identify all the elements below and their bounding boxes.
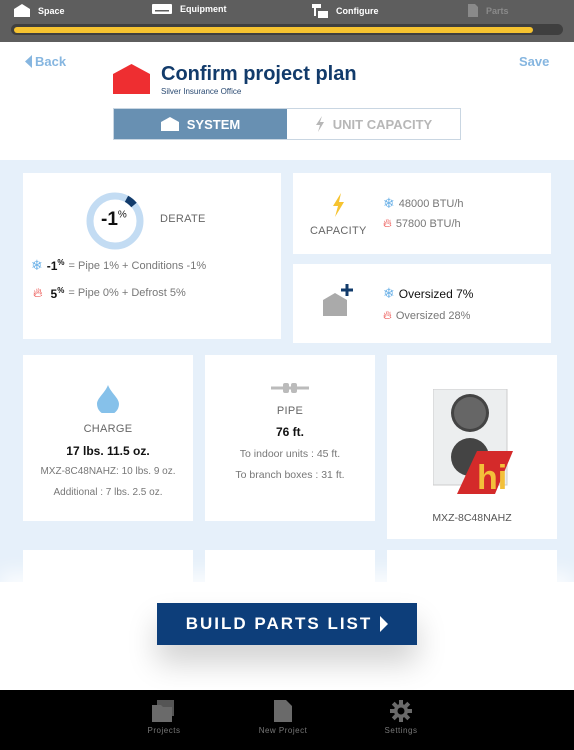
step-label: Configure [336,6,379,16]
derate-cooling: ❄ -1% = Pipe 1% + Conditions -1% [31,257,206,274]
flame-icon: 🔥︎ [383,308,392,322]
tab-unit-capacity[interactable]: UNIT CAPACITY [287,109,460,139]
indoor-unit-icon [152,4,172,14]
save-button[interactable]: Save [519,54,549,69]
house-icon [160,117,179,131]
capacity-heating: 🔥︎ 57800 BTU/h [383,216,461,231]
pipe-total: 76 ft. [275,425,304,439]
nav-projects[interactable]: Projects [119,700,209,735]
step-label: Parts [486,5,509,16]
heat-derate-detail: = Pipe 0% + Defrost 5% [68,287,186,299]
nav-label: Projects [147,726,181,735]
gear-icon [390,700,412,722]
house-icon [14,4,30,17]
build-label: BUILD PARTS LIST [185,614,373,633]
h2i-logo: hi [477,459,507,495]
cool-derate-detail: = Pipe 1% + Conditions -1% [68,259,207,272]
nav-new-project[interactable]: New Project [238,700,328,735]
derate-value: -1% [101,209,127,231]
derate-unit: % [117,209,127,221]
tab-label: UNIT CAPACITY [332,116,433,132]
step-label: Space [38,5,65,16]
nav-settings[interactable]: Settings [356,700,446,735]
pipe-indoor: To indoor units : 45 ft. [239,448,341,460]
pipe-card: PIPE 76 ft. To indoor units : 45 ft. To … [205,355,375,521]
cool-derate-unit: % [57,258,65,267]
snowflake-icon: ❄ [31,257,43,273]
tab-label: SYSTEM [186,116,241,132]
page-header [0,42,574,160]
cooling-oversized: Oversized 7% [398,286,474,301]
droplet-icon [97,385,119,413]
house-add-icon [323,284,353,316]
tab-system[interactable]: SYSTEM [114,109,287,139]
cooling-capacity: 48000 BTU/h [398,197,464,210]
snowflake-icon: ❄ [383,195,395,211]
step-configure[interactable]: Configure [312,4,379,18]
progress-fill [14,27,533,33]
lightning-icon [315,116,324,132]
project-house-icon [113,64,150,94]
unit-card[interactable]: hi MXZ-8C48NAHZ [387,355,557,539]
cool-derate: -1 [46,259,58,273]
capacity-card: CAPACITY ❄ 48000 BTU/h 🔥︎ 57800 BTU/h [293,173,551,254]
back-button[interactable]: Back [25,54,66,69]
step-equipment[interactable]: Equipment [152,4,227,14]
derate-heating: 🔥︎ 5% = Pipe 0% + Defrost 5% [33,285,186,301]
charge-label: CHARGE [83,423,133,435]
new-document-icon [274,700,292,722]
chevron-left-icon [25,55,32,68]
nav-label: Settings [384,726,418,735]
charge-total: 17 lbs. 11.5 oz. [66,444,150,458]
step-space[interactable]: Space [14,4,65,17]
build-parts-list-button[interactable]: BUILD PARTS LIST [157,603,417,645]
derate-card: -1% DERATE ❄ -1% = Pipe 1% + Conditions -1… [23,173,281,339]
outdoor-unit-image: hi [433,389,513,495]
configure-icon [312,4,328,18]
flame-icon: 🔥︎ [33,285,43,300]
back-label: Back [35,54,67,69]
oversized-cooling: ❄ Oversized 7% [383,285,473,302]
lightning-icon [333,193,344,217]
derate-label: DERATE [160,213,206,225]
oversized-card: ❄ Oversized 7% 🔥︎ Oversized 28% [293,264,551,343]
chevron-right-icon [380,616,389,632]
capacity-label: CAPACITY [310,225,367,237]
view-tabs: SYSTEM UNIT CAPACITY [113,108,461,140]
document-icon [468,4,478,17]
page-subtitle: Silver Insurance Office [161,87,242,96]
folder-icon [152,700,174,722]
pipe-label: PIPE [276,405,304,417]
step-parts[interactable]: Parts [468,4,509,17]
pipe-branch: To branch boxes : 31 ft. [235,469,345,481]
heating-oversized: Oversized 28% [395,309,471,322]
nav-label: New Project [258,726,308,735]
heat-derate-unit: % [57,285,65,295]
charge-unit: MXZ-8C48NAHZ: 10 lbs. 9 oz. [40,466,176,477]
charge-card: CHARGE 17 lbs. 11.5 oz. MXZ-8C48NAHZ: 10… [23,355,193,521]
heating-capacity: 57800 BTU/h [395,217,461,230]
derate-number: -1 [101,209,118,230]
pipe-icon [271,383,309,393]
charge-additional: Additional : 7 lbs. 2.5 oz. [53,487,163,498]
snowflake-icon: ❄ [383,285,395,301]
page-title: Confirm project plan [161,63,357,85]
oversized-heating: 🔥︎ Oversized 28% [383,308,470,323]
flame-icon: 🔥︎ [383,216,392,230]
unit-model: MXZ-8C48NAHZ [432,512,512,524]
capacity-cooling: ❄ 48000 BTU/h [383,195,464,212]
step-label: Equipment [180,4,227,14]
